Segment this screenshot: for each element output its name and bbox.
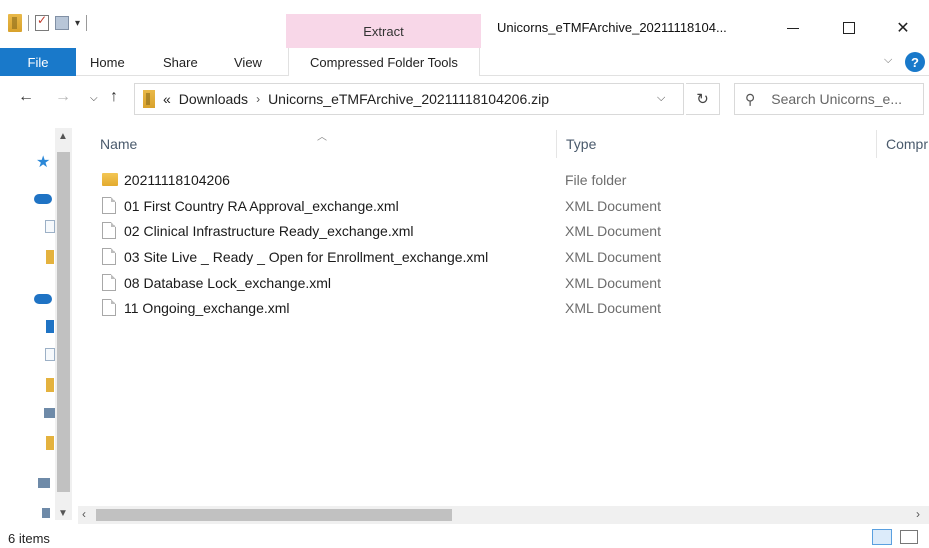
column-header-name[interactable]: Name	[100, 136, 137, 152]
sort-ascending-icon: ︿	[317, 132, 327, 143]
breadcrumb-overflow[interactable]: «	[163, 91, 171, 107]
quick-access-toolbar: ▾	[8, 13, 88, 32]
file-row[interactable]: 11 Ongoing_exchange.xml XML Document	[78, 295, 929, 321]
scrollbar-thumb[interactable]	[57, 152, 70, 492]
xml-file-icon	[102, 273, 116, 291]
document-icon[interactable]	[45, 220, 55, 233]
column-divider[interactable]	[556, 130, 557, 158]
scroll-up-icon[interactable]: ▲	[58, 131, 68, 142]
file-type: XML Document	[565, 197, 661, 214]
column-header-type[interactable]: Type	[566, 136, 596, 152]
downloads-folder-icon[interactable]	[46, 250, 54, 264]
breadcrumb-downloads[interactable]: Downloads	[179, 91, 248, 107]
back-button[interactable]: ←	[18, 88, 34, 106]
details-view-icon[interactable]	[872, 529, 892, 545]
file-type: XML Document	[565, 274, 661, 291]
zip-folder-icon	[143, 90, 155, 108]
close-button[interactable]: ✕	[880, 10, 926, 46]
address-dropdown-icon[interactable]: ⌵	[657, 92, 665, 105]
maximize-icon	[843, 22, 855, 34]
properties-icon[interactable]	[35, 13, 49, 31]
file-list: ︿ Name Type Compr 20211118104206 File fo…	[78, 122, 929, 506]
file-name[interactable]: 11 Ongoing_exchange.xml	[124, 300, 290, 316]
ribbon-tabs: File Home Share View Compressed Folder T…	[0, 48, 929, 77]
toolbar-divider	[86, 15, 88, 31]
help-icon[interactable]: ?	[905, 52, 925, 72]
file-type: XML Document	[565, 223, 661, 240]
document-icon[interactable]	[45, 348, 55, 361]
quick-access-icon[interactable]: ★	[36, 152, 50, 172]
tab-home[interactable]: Home	[90, 48, 125, 76]
file-rows: 20211118104206 File folder 01 First Coun…	[78, 167, 929, 321]
onedrive-icon[interactable]	[34, 294, 52, 304]
scrollbar-thumb[interactable]	[96, 509, 452, 521]
tab-compressed-folder-tools[interactable]: Compressed Folder Tools	[288, 48, 480, 77]
music-icon[interactable]	[46, 320, 54, 333]
folder-icon	[102, 173, 118, 186]
file-type: XML Document	[565, 300, 661, 317]
file-row[interactable]: 20211118104206 File folder	[78, 167, 929, 193]
maximize-button[interactable]	[826, 10, 872, 46]
xml-file-icon	[102, 248, 116, 266]
scroll-down-icon[interactable]: ▼	[58, 508, 68, 519]
xml-file-icon	[102, 222, 116, 240]
minimize-button[interactable]	[770, 10, 816, 46]
address-bar[interactable]: « Downloads › Unicorns_eTMFArchive_20211…	[134, 83, 684, 115]
scroll-left-icon[interactable]: ‹	[82, 507, 86, 521]
breadcrumb-zip[interactable]: Unicorns_eTMFArchive_20211118104206.zip	[268, 91, 549, 107]
close-icon: ✕	[896, 20, 910, 37]
search-placeholder: Search Unicorns_e...	[771, 91, 902, 107]
xml-file-icon	[102, 299, 116, 317]
forward-button[interactable]: →	[55, 88, 71, 106]
search-input[interactable]: ⚲ Search Unicorns_e...	[734, 83, 924, 115]
folder-icon[interactable]	[46, 378, 54, 392]
up-button[interactable]: ↑	[110, 88, 118, 106]
status-bar: 6 items	[0, 528, 929, 548]
this-pc-icon[interactable]	[38, 478, 50, 488]
file-row[interactable]: 03 Site Live _ Ready _ Open for Enrollme…	[78, 244, 929, 270]
navigation-bar: ← → ⌵ ↑ « Downloads › Unicorns_eTMFArchi…	[0, 76, 929, 122]
expand-ribbon-icon[interactable]: ⌵	[884, 54, 892, 67]
refresh-button[interactable]: ↻	[686, 83, 720, 115]
item-count: 6 items	[8, 531, 50, 546]
file-row[interactable]: 01 First Country RA Approval_exchange.xm…	[78, 193, 929, 219]
column-divider[interactable]	[876, 130, 877, 158]
file-row[interactable]: 02 Clinical Infrastructure Ready_exchang…	[78, 218, 929, 244]
column-headers: ︿ Name Type Compr	[78, 130, 929, 158]
scroll-right-icon[interactable]: ›	[916, 507, 920, 521]
xml-file-icon	[102, 196, 116, 214]
onedrive-icon[interactable]	[34, 194, 52, 204]
file-name[interactable]: 20211118104206	[124, 172, 230, 188]
file-name[interactable]: 03 Site Live _ Ready _ Open for Enrollme…	[124, 249, 488, 265]
folder-icon	[8, 14, 22, 32]
horizontal-scrollbar[interactable]: ‹ ›	[78, 506, 929, 524]
folder-icon[interactable]	[46, 436, 54, 450]
file-name[interactable]: 02 Clinical Infrastructure Ready_exchang…	[124, 223, 413, 239]
file-type: XML Document	[565, 248, 661, 265]
nav-pane-scrollbar[interactable]: ▲ ▼	[55, 128, 72, 520]
toolbar-divider	[28, 15, 29, 31]
tab-file[interactable]: File	[0, 48, 76, 76]
file-row[interactable]: 08 Database Lock_exchange.xml XML Docume…	[78, 270, 929, 296]
tab-view[interactable]: View	[234, 48, 262, 76]
column-header-compressed-size[interactable]: Compr	[886, 136, 928, 152]
extract-context-tab[interactable]: Extract	[286, 14, 481, 48]
network-icon[interactable]	[42, 508, 50, 518]
recent-locations-icon[interactable]: ⌵	[90, 93, 98, 104]
search-icon: ⚲	[745, 90, 756, 107]
title-bar: ▾ Extract Unicorns_eTMFArchive_202111181…	[0, 0, 929, 48]
file-name[interactable]: 01 First Country RA Approval_exchange.xm…	[124, 198, 399, 214]
new-folder-icon[interactable]	[55, 16, 69, 30]
file-type: File folder	[565, 171, 627, 188]
minimize-icon	[787, 27, 799, 29]
refresh-icon: ↻	[696, 91, 709, 108]
file-name[interactable]: 08 Database Lock_exchange.xml	[124, 275, 331, 291]
large-icons-view-icon[interactable]	[900, 530, 918, 544]
tab-share[interactable]: Share	[163, 48, 198, 76]
breadcrumb-chevron-icon[interactable]: ›	[256, 92, 260, 106]
customize-toolbar-icon[interactable]: ▾	[75, 18, 80, 29]
window-title: Unicorns_eTMFArchive_20211118104...	[497, 20, 727, 35]
